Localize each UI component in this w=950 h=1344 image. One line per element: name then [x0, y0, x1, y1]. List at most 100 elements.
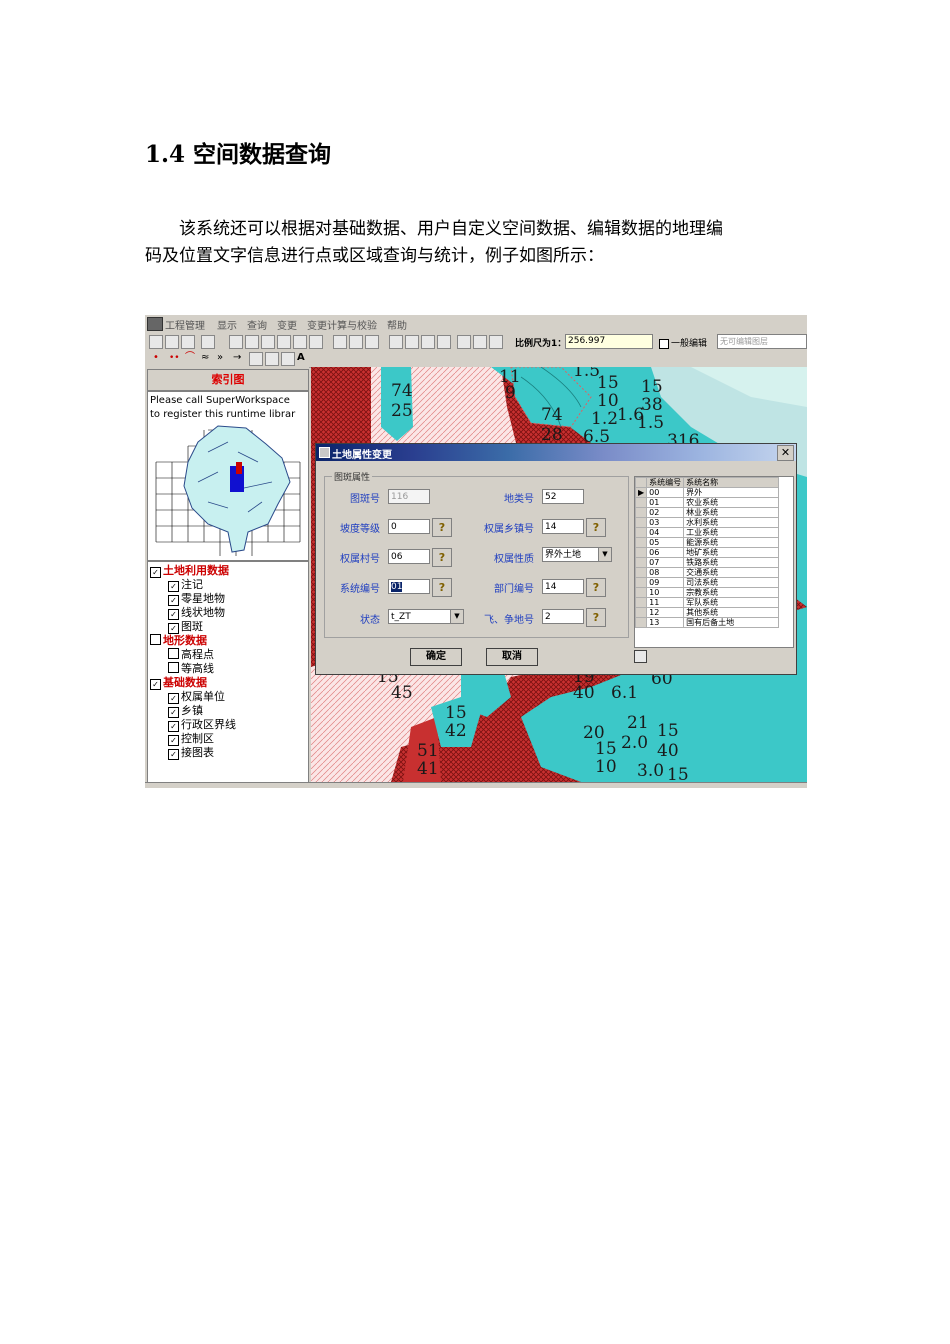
tree-node[interactable]: 地形数据	[150, 634, 207, 647]
ok-button[interactable]: 确定	[410, 648, 462, 666]
arrow-tool-icon[interactable]: »	[217, 352, 229, 364]
checkbox-icon[interactable]: ✓	[168, 609, 179, 620]
rect-select-icon[interactable]	[349, 335, 363, 349]
checkbox-icon[interactable]	[150, 634, 161, 645]
circle-select-icon[interactable]	[365, 335, 379, 349]
menu-view[interactable]: 显示	[217, 317, 237, 332]
checkbox-icon[interactable]: ✓	[168, 721, 179, 732]
scale-input[interactable]: 256.997	[565, 334, 653, 349]
zhuangtai-select[interactable]: t_ZT ▼	[388, 609, 464, 624]
tree-node[interactable]: ✓ 线状地物	[168, 606, 225, 620]
checkbox-icon[interactable]: ✓	[168, 595, 179, 606]
tree-node[interactable]: ✓ 土地利用数据	[150, 564, 229, 578]
bumen-input[interactable]: 14	[542, 579, 584, 594]
color-tool-icon[interactable]	[281, 352, 295, 366]
tree-node[interactable]: ✓ 接图表	[168, 746, 214, 760]
table-icon[interactable]	[405, 335, 419, 349]
close-icon[interactable]: ✕	[777, 445, 794, 461]
general-edit-checkbox[interactable]: 一般编辑	[659, 336, 707, 349]
checkbox-icon[interactable]	[168, 662, 179, 673]
table-row[interactable]: 12 其他系统	[634, 607, 780, 618]
tree-node[interactable]: ✓ 行政区界线	[168, 718, 236, 732]
fei-input[interactable]: 2	[542, 609, 584, 624]
table-row[interactable]: 03 水利系统	[634, 517, 780, 528]
table-row[interactable]: 07 铁路系统	[634, 557, 780, 568]
checkbox-icon[interactable]: ✓	[168, 707, 179, 718]
table-row[interactable]: 11 军队系统	[634, 597, 780, 608]
select-arrow-icon[interactable]	[333, 335, 347, 349]
zoom-in-icon[interactable]	[229, 335, 243, 349]
export-icon[interactable]	[201, 335, 215, 349]
checkbox-icon[interactable]: ✓	[168, 623, 179, 634]
new-file-icon[interactable]	[149, 335, 163, 349]
pointer-help-icon[interactable]	[489, 335, 503, 349]
system-code-grid[interactable]: 系统编号 系统名称 ▶ 00 界外 01 农业系统 02 林业系统 03 水利系统 04 工业系统 0…	[634, 476, 794, 648]
open-folder-icon[interactable]	[165, 335, 179, 349]
table-row[interactable]: 01 农业系统	[634, 497, 780, 508]
checkbox-icon[interactable]: ✓	[150, 679, 161, 690]
tree-node[interactable]: ✓ 控制区	[168, 732, 214, 746]
text-tool-icon[interactable]: A	[297, 352, 309, 364]
table-row[interactable]: 08 交通系统	[634, 567, 780, 578]
polyline-tool-icon[interactable]: ≈	[201, 352, 213, 364]
grid-icon[interactable]	[421, 335, 435, 349]
quanshu-xz-select[interactable]: 界外土地 ▼	[542, 547, 612, 562]
tuban-input[interactable]: 116	[388, 489, 430, 504]
menu-help[interactable]: 帮助	[387, 317, 407, 332]
checkbox-icon[interactable]: ✓	[168, 735, 179, 746]
xitong-input[interactable]: 01	[388, 579, 430, 594]
checkbox-icon[interactable]: ✓	[150, 567, 161, 578]
quanshu-xiang-input[interactable]: 14	[542, 519, 584, 534]
line-tool-icon[interactable]: ⌒	[185, 352, 197, 364]
table-row[interactable]: 04 工业系统	[634, 527, 780, 538]
table-row[interactable]: ▶ 00 界外	[634, 487, 780, 498]
menu-change[interactable]: 变更	[277, 317, 297, 332]
tree-node[interactable]: 等高线	[168, 662, 214, 675]
info-icon[interactable]	[389, 335, 403, 349]
cancel-button[interactable]: 取消	[486, 648, 538, 666]
checkbox-icon[interactable]: ✓	[168, 749, 179, 760]
bumen-help-icon[interactable]: ?	[586, 578, 606, 597]
table-row[interactable]: 05 能源系统	[634, 537, 780, 548]
table-row[interactable]: 09 司法系统	[634, 577, 780, 588]
menu-query[interactable]: 查询	[247, 317, 267, 332]
quanshu-xiang-help-icon[interactable]: ?	[586, 518, 606, 537]
tree-node[interactable]: ✓ 基础数据	[150, 676, 207, 690]
page-icon[interactable]	[309, 335, 323, 349]
checkbox-icon[interactable]: ✓	[168, 581, 179, 592]
quanshu-cun-input[interactable]: 06	[388, 549, 430, 564]
layer-icon[interactable]	[457, 335, 471, 349]
save-icon[interactable]	[181, 335, 195, 349]
polygon-tool-icon[interactable]	[249, 352, 263, 366]
point-tool-icon[interactable]: •	[153, 352, 165, 364]
table-row[interactable]: 06 地矿系统	[634, 547, 780, 558]
tree-node[interactable]: ✓ 零星地物	[168, 592, 225, 606]
podu-input[interactable]: 0	[388, 519, 430, 534]
fill-tool-icon[interactable]	[265, 352, 279, 366]
zoom-out-icon[interactable]	[245, 335, 259, 349]
tree-node[interactable]: ✓ 权属单位	[168, 690, 225, 704]
fei-help-icon[interactable]: ?	[586, 608, 606, 627]
zoom-window-icon[interactable]	[261, 335, 275, 349]
pan-hand-icon[interactable]	[277, 335, 291, 349]
sql-icon[interactable]	[437, 335, 451, 349]
arrow-right-icon[interactable]: →	[233, 352, 245, 364]
checkbox-icon[interactable]	[168, 648, 179, 659]
quanshu-cun-help-icon[interactable]: ?	[432, 548, 452, 567]
table-row[interactable]: 10 宗教系统	[634, 587, 780, 598]
menu-change-calc[interactable]: 变更计算与校验	[307, 317, 377, 332]
dilei-input[interactable]: 52	[542, 489, 584, 504]
table-row[interactable]: 02 林业系统	[634, 507, 780, 518]
tree-node[interactable]: 高程点	[168, 648, 214, 661]
table-row[interactable]: 13 国有后备土地	[634, 617, 780, 628]
grid-export-icon[interactable]	[634, 650, 647, 663]
multipoint-tool-icon[interactable]: ••	[169, 352, 181, 364]
help-icon[interactable]	[473, 335, 487, 349]
tree-node[interactable]: ✓ 注记	[168, 578, 203, 592]
xitong-help-icon[interactable]: ?	[432, 578, 452, 597]
podu-help-icon[interactable]: ?	[432, 518, 452, 537]
tree-node[interactable]: ✓ 图斑	[168, 620, 203, 634]
editable-layer-select[interactable]: 无可编辑图层	[717, 334, 807, 349]
index-map[interactable]: Please call SuperWorkspace to register t…	[147, 391, 309, 561]
menu-project[interactable]: 工程管理	[165, 317, 205, 332]
